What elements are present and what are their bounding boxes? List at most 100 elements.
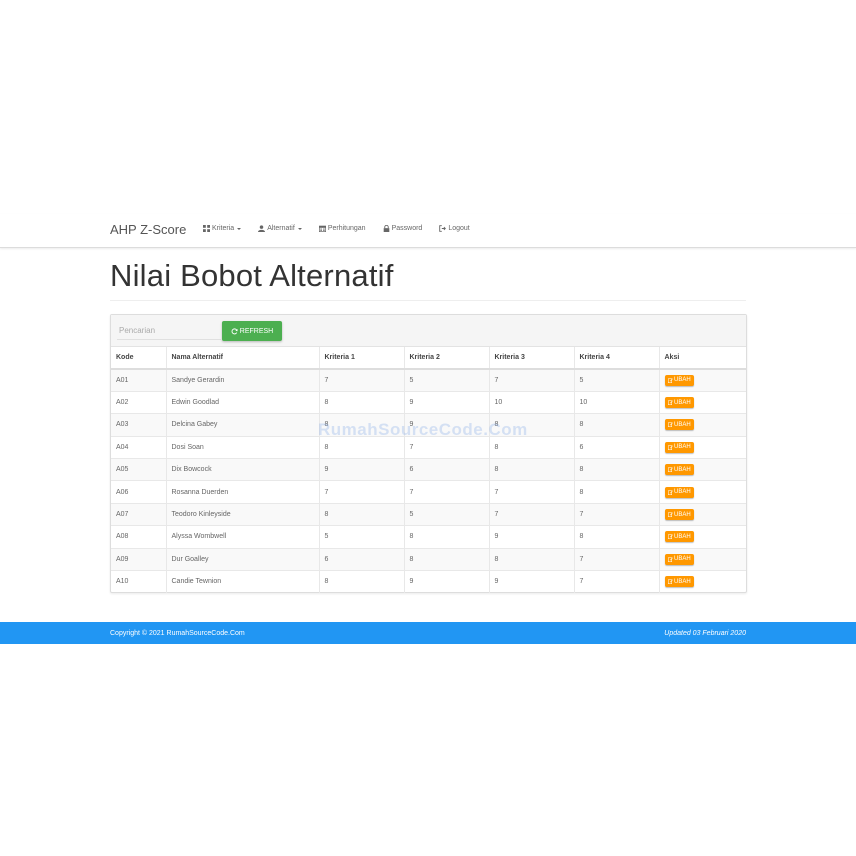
cell-kriteria-4: 8 xyxy=(573,413,659,437)
cell-nama: Dur Goalley xyxy=(165,548,319,571)
cell-kriteria-1: 6 xyxy=(318,548,404,571)
cell-kode: A04 xyxy=(116,443,129,451)
cell-kriteria-2: 9 xyxy=(403,570,489,593)
cell-kriteria-2: 5 xyxy=(403,369,489,392)
page-title: Nilai Bobot Alternatif xyxy=(110,258,394,293)
col-header-kriteria-2: Kriteria 2 xyxy=(403,347,489,370)
table-row: A03 Delcina Gabey 8 9 8 8 UBAH xyxy=(111,413,746,437)
grid-icon xyxy=(203,225,210,232)
cell-aksi: UBAH xyxy=(658,413,746,437)
cell-nama: Alyssa Wombwell xyxy=(165,525,319,549)
cell-kriteria-3: 7 xyxy=(488,503,574,526)
refresh-button[interactable]: REFRESH xyxy=(222,321,282,341)
cell-aksi: UBAH xyxy=(658,458,746,481)
nav-item-label: Alternatif xyxy=(267,225,295,232)
cell-kode: A07 xyxy=(116,511,129,519)
brand-link[interactable]: AHP Z-Score xyxy=(110,222,186,237)
nav-item-kriteria[interactable]: Kriteria xyxy=(203,225,242,232)
edit-icon xyxy=(667,378,673,383)
cell-aksi: UBAH xyxy=(658,436,746,459)
ubah-label: UBAH xyxy=(674,421,691,428)
cell-kriteria-3: 8 xyxy=(488,548,574,571)
ubah-button[interactable]: UBAH xyxy=(664,509,694,521)
title-divider xyxy=(110,300,746,301)
logout-icon xyxy=(439,225,447,232)
cell-kriteria-1: 8 xyxy=(318,436,404,459)
cell-kriteria-2: 5 xyxy=(403,503,489,526)
ubah-label: UBAH xyxy=(674,533,691,540)
cell-kriteria-3: 9 xyxy=(488,570,574,593)
cell-kriteria-1: 7 xyxy=(318,369,404,392)
cell-kriteria-4: 8 xyxy=(573,458,659,481)
edit-icon xyxy=(667,467,673,473)
nav-menu: Kriteria Alternatif Perhitungan Password… xyxy=(203,225,487,232)
nav-item-perhitungan[interactable]: Perhitungan xyxy=(318,225,366,232)
cell-kriteria-1: 8 xyxy=(318,503,404,526)
cell-kriteria-3: 8 xyxy=(488,413,574,437)
cell-nama: Candie Tewnion xyxy=(165,570,319,593)
search-input[interactable] xyxy=(117,322,221,340)
edit-icon xyxy=(667,400,673,406)
col-header-kriteria-4: Kriteria 4 xyxy=(573,347,659,370)
cell-kriteria-3: 7 xyxy=(488,480,574,504)
footer-updated: Updated 03 Februari 2020 xyxy=(664,630,746,637)
ubah-button[interactable]: UBAH xyxy=(664,419,694,431)
ubah-button[interactable]: UBAH xyxy=(664,397,694,409)
refresh-icon xyxy=(231,327,238,334)
table-row: A09 Dur Goalley 6 8 8 7 UBAH xyxy=(111,548,746,571)
caret-down-icon xyxy=(237,227,242,230)
ubah-button[interactable]: UBAH xyxy=(664,441,694,453)
table-header-row: Kode Nama Alternatif Kriteria 1 Kriteria… xyxy=(111,347,746,370)
col-header-kode: Kode xyxy=(111,347,166,370)
cell-kriteria-1: 7 xyxy=(318,480,404,504)
edit-icon xyxy=(667,512,673,518)
cell-aksi: UBAH xyxy=(658,503,746,526)
nav-item-alternatif[interactable]: Alternatif xyxy=(258,225,302,232)
refresh-label: REFRESH xyxy=(239,327,274,335)
cell-aksi: UBAH xyxy=(658,480,746,504)
table-row: A05 Dix Bowcock 9 6 8 8 UBAH xyxy=(111,458,746,481)
cell-kriteria-4: 5 xyxy=(573,369,659,392)
cell-nama: Dosi Soan xyxy=(165,436,319,459)
cell-kriteria-1: 5 xyxy=(318,525,404,549)
cell-kriteria-3: 8 xyxy=(488,458,574,481)
edit-icon xyxy=(667,557,673,562)
table-row: A06 Rosanna Duerden 7 7 7 8 UBAH xyxy=(111,480,746,504)
cell-kriteria-2: 7 xyxy=(403,480,489,504)
nav-item-label: Kriteria xyxy=(212,225,235,232)
cell-kode: A08 xyxy=(116,533,129,541)
cell-aksi: UBAH xyxy=(658,369,746,392)
cell-kriteria-4: 7 xyxy=(573,503,659,526)
edit-icon xyxy=(667,422,673,428)
ubah-button[interactable]: UBAH xyxy=(664,486,694,498)
col-header-nama: Nama Alternatif xyxy=(165,347,319,370)
footer: Copyright © 2021 RumahSourceCode.Com Upd… xyxy=(0,622,856,644)
ubah-button[interactable]: UBAH xyxy=(664,531,694,543)
ubah-button[interactable]: UBAH xyxy=(664,553,694,565)
ubah-button[interactable]: UBAH xyxy=(664,464,694,476)
table-row: A04 Dosi Soan 8 7 8 6 UBAH xyxy=(111,436,746,459)
cell-kriteria-3: 10 xyxy=(488,391,574,414)
ubah-button[interactable]: UBAH xyxy=(664,576,694,588)
cell-kriteria-3: 8 xyxy=(488,436,574,459)
lock-icon xyxy=(383,225,389,232)
ubah-button[interactable]: UBAH xyxy=(664,374,694,386)
ubah-label: UBAH xyxy=(674,444,691,451)
table-row: A07 Teodoro Kinleyside 8 5 7 7 UBAH xyxy=(111,503,746,526)
nav-item-password[interactable]: Password xyxy=(383,225,423,232)
table-row: A01 Sandye Gerardin 7 5 7 5 UBAH xyxy=(111,369,746,392)
cell-aksi: UBAH xyxy=(658,570,746,593)
nav-item-label: Password xyxy=(391,225,423,232)
cell-kode: A06 xyxy=(116,488,129,496)
col-header-kriteria-1: Kriteria 1 xyxy=(318,347,404,370)
ubah-label: UBAH xyxy=(674,489,691,496)
cell-nama: Edwin Goodlad xyxy=(165,391,319,414)
cell-kode: A05 xyxy=(116,466,129,474)
cell-kriteria-4: 7 xyxy=(573,548,659,571)
cell-aksi: UBAH xyxy=(658,548,746,571)
panel-toolbar: REFRESH xyxy=(111,315,746,347)
nav-item-logout[interactable]: Logout xyxy=(439,225,470,232)
cell-nama: Delcina Gabey xyxy=(165,413,319,437)
ubah-label: UBAH xyxy=(674,399,691,406)
cell-nama: Dix Bowcock xyxy=(165,458,319,481)
